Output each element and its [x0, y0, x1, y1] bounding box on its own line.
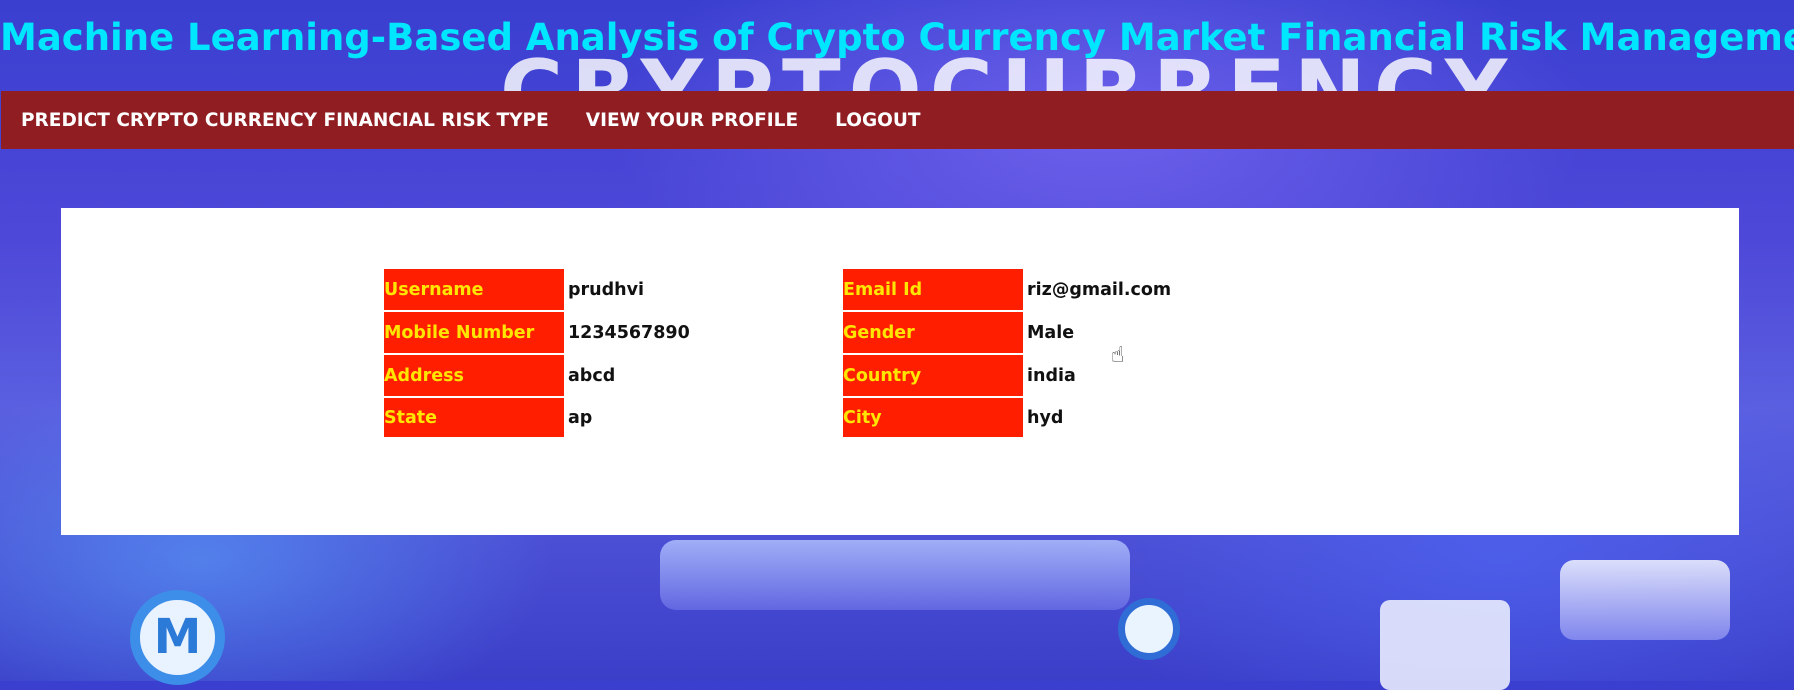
profile-panel: Username prudhvi Email Id riz@gmail.com …	[61, 208, 1739, 535]
profile-row: Username prudhvi Email Id riz@gmail.com	[384, 269, 1227, 310]
nav-logout[interactable]: LOGOUT	[835, 110, 920, 131]
gender-label: Gender	[843, 312, 1023, 353]
city-label: City	[843, 398, 1023, 437]
email-label: Email Id	[843, 269, 1023, 310]
background-monitor-illustration	[1380, 600, 1510, 690]
email-value: riz@gmail.com	[1027, 279, 1172, 300]
profile-row: Address abcd Country india	[384, 355, 1227, 396]
background-coin-icon: M	[130, 590, 225, 685]
city-value: hyd	[1027, 407, 1064, 428]
country-value: india	[1027, 365, 1076, 386]
address-value: abcd	[568, 365, 616, 386]
nav-predict-risk-type[interactable]: PREDICT CRYPTO CURRENCY FINANCIAL RISK T…	[21, 110, 549, 131]
nav-view-profile[interactable]: VIEW YOUR PROFILE	[586, 110, 798, 131]
state-label: State	[384, 398, 564, 437]
username-value: prudhvi	[568, 279, 645, 300]
hand-pointer-icon: ☝	[1111, 343, 1125, 368]
main-navbar: PREDICT CRYPTO CURRENCY FINANCIAL RISK T…	[1, 91, 1794, 149]
page-title: Machine Learning-Based Analysis of Crypt…	[0, 16, 1794, 59]
profile-row: Mobile Number 1234567890 Gender Male	[384, 312, 1227, 353]
state-value: ap	[568, 407, 593, 428]
background-platform-illustration	[660, 540, 1130, 610]
gender-value: Male	[1027, 322, 1075, 343]
mobile-number-label: Mobile Number	[384, 312, 564, 353]
profile-table: Username prudhvi Email Id riz@gmail.com …	[382, 267, 1229, 439]
country-label: Country	[843, 355, 1023, 396]
mobile-number-value: 1234567890	[568, 322, 690, 343]
background-platform-illustration-right	[1560, 560, 1730, 640]
profile-row: State ap City hyd	[384, 398, 1227, 437]
address-label: Address	[384, 355, 564, 396]
username-label: Username	[384, 269, 564, 310]
background-ripple-coin-icon	[1118, 598, 1180, 660]
